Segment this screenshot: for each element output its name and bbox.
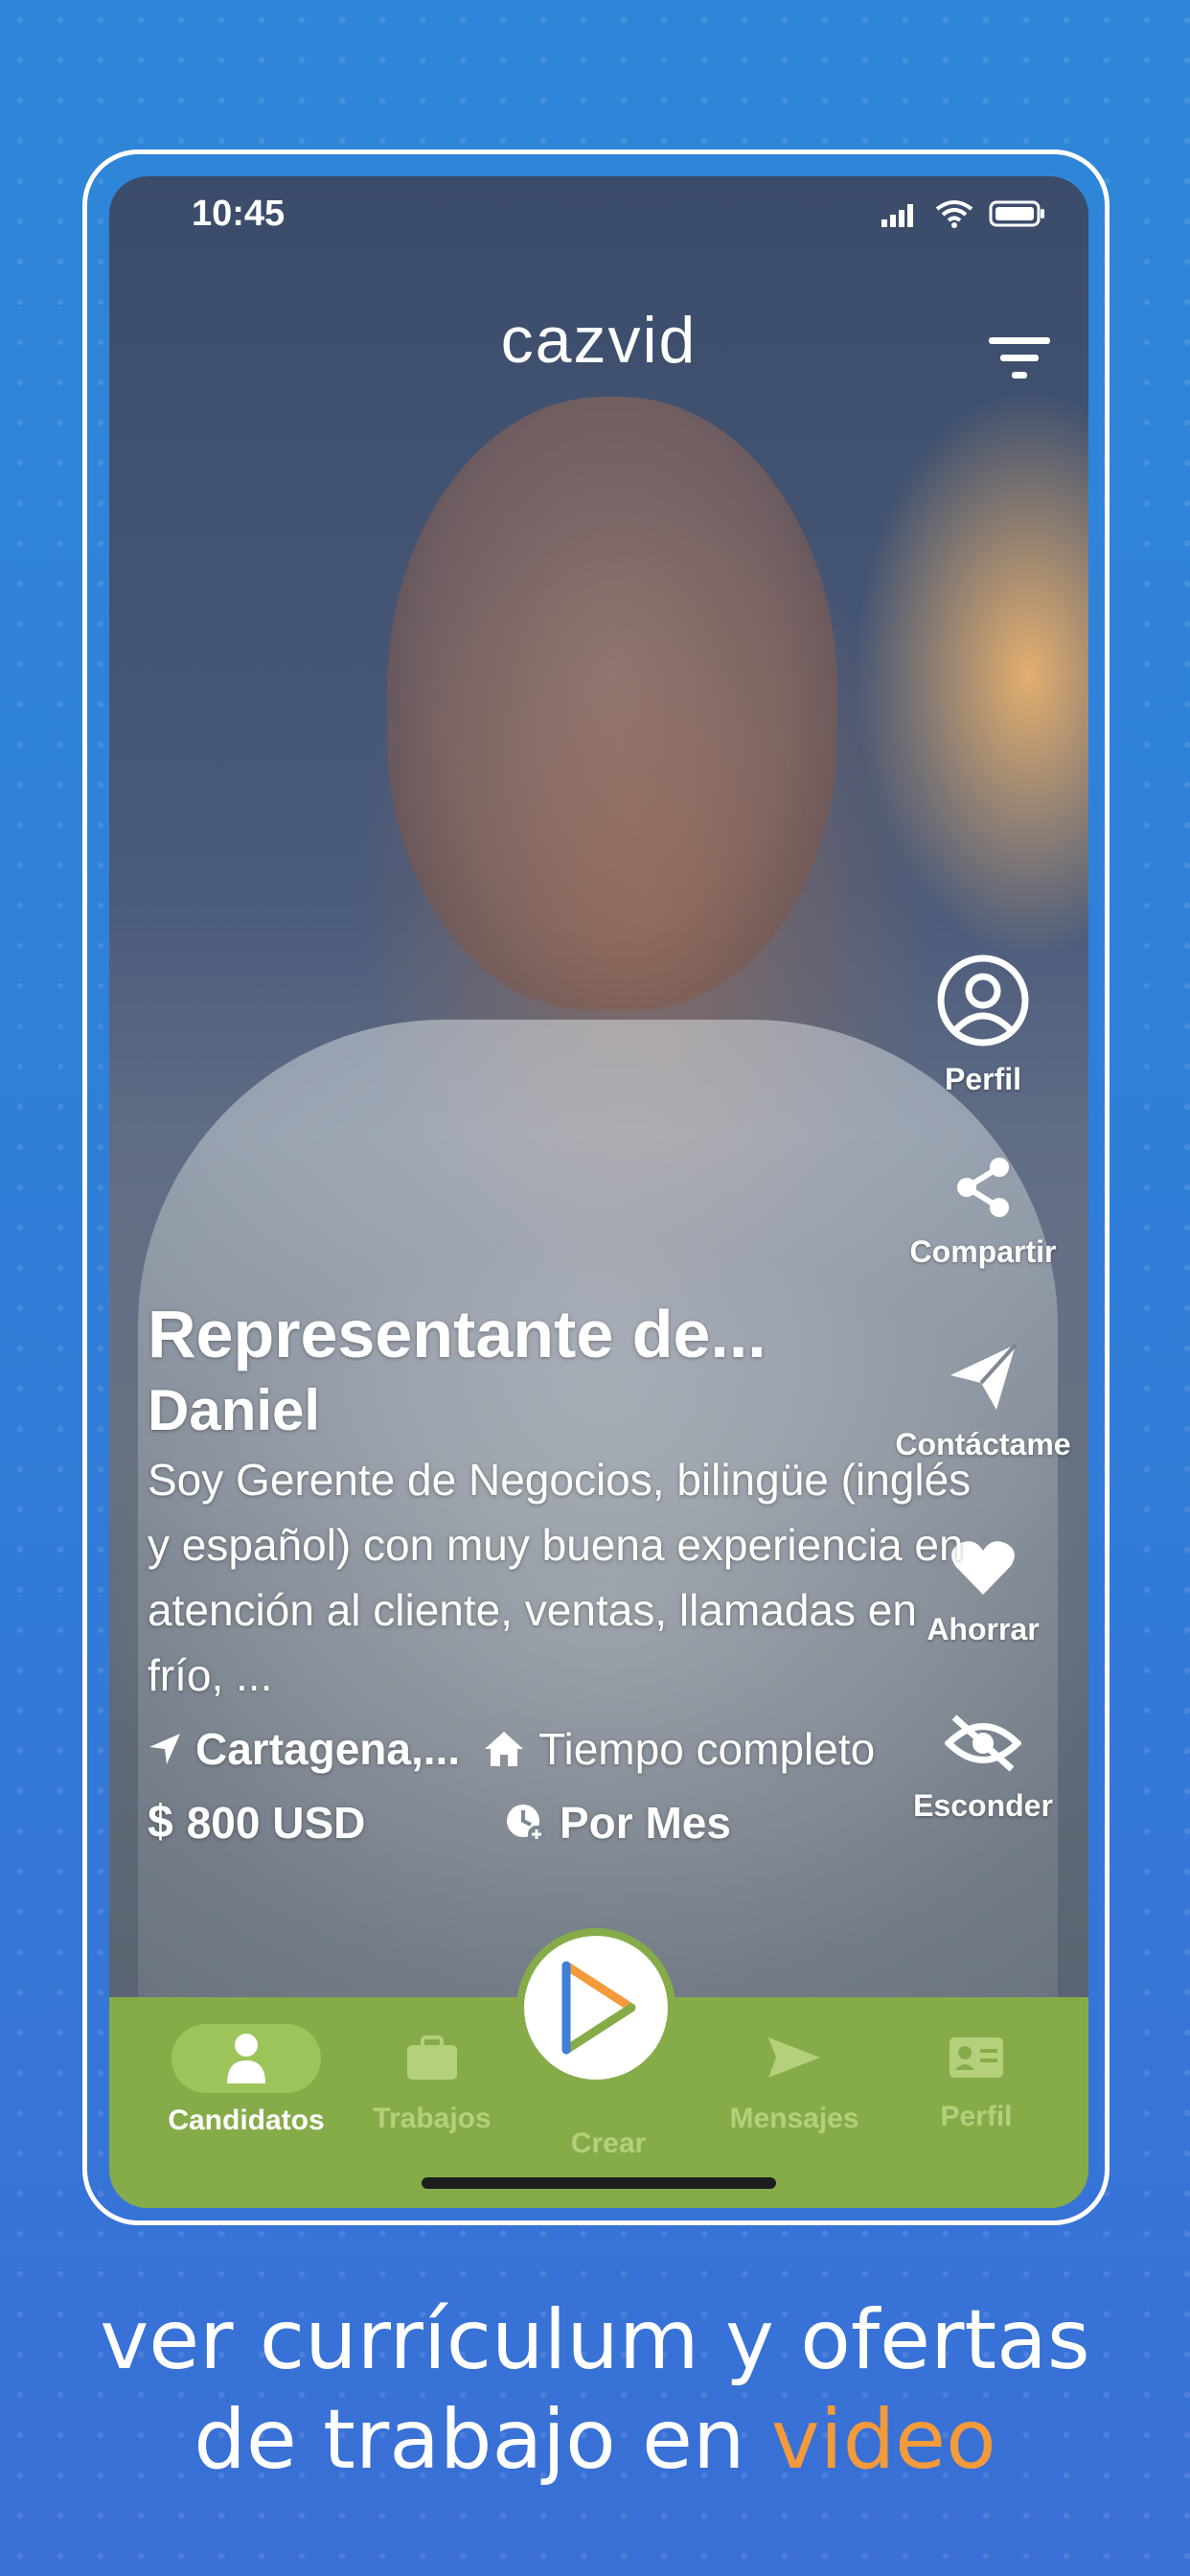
- caption-line-2: de trabajo en video: [0, 2390, 1190, 2490]
- candidate-name: Daniel: [148, 1378, 321, 1442]
- dollar-icon: $: [148, 1797, 173, 1848]
- nav-active-pill: [172, 2024, 321, 2093]
- location: Cartagena,...: [148, 1723, 460, 1775]
- share-action[interactable]: Compartir: [878, 1154, 1088, 1270]
- salary-text: 800 USD: [186, 1797, 366, 1848]
- nav-create-label-wrap: Crear: [517, 2116, 699, 2160]
- share-action-label: Compartir: [909, 1234, 1057, 1269]
- candidate-description: Soy Gerente de Negocios, bilingüe (inglé…: [148, 1455, 972, 1700]
- profile-action-label: Perfil: [944, 1062, 1022, 1096]
- home-indicator: [422, 2177, 776, 2189]
- status-time: 10:45: [192, 194, 286, 234]
- app-screen: 10:45 cazvid Perfil Compartir Contáctame…: [109, 176, 1088, 2208]
- profile-icon: [937, 954, 1029, 1046]
- battery-icon: [989, 200, 1044, 227]
- caption-line-1: ver currículum y ofertas: [100, 2292, 1090, 2388]
- filter-button[interactable]: [989, 335, 1050, 383]
- share-icon: [957, 1158, 1009, 1217]
- candidate-title: Representante de...: [148, 1297, 767, 1371]
- nav-profile-label: Perfil: [940, 2101, 1013, 2132]
- salary: $ 800 USD: [148, 1796, 481, 1849]
- nav-messages-label: Mensajes: [729, 2103, 859, 2134]
- clock-plus-icon: [507, 1804, 545, 1843]
- video-background-head: [387, 397, 837, 1010]
- job-type: Tiempo completo: [483, 1723, 875, 1775]
- caption-accent-word: video: [770, 2392, 996, 2488]
- wifi-icon: [935, 200, 973, 228]
- app-logo: cazvid: [500, 304, 698, 377]
- nav-jobs-label: Trabajos: [373, 2103, 492, 2134]
- send-icon: [768, 2037, 820, 2078]
- nav-create-label: Crear: [570, 2128, 647, 2159]
- nav-candidates[interactable]: Candidatos: [155, 2024, 337, 2137]
- nav-profile[interactable]: Perfil: [885, 2024, 1067, 2133]
- location-arrow-icon: [149, 1734, 180, 1764]
- job-type-text: Tiempo completo: [538, 1724, 876, 1774]
- pay-period: Por Mes: [504, 1797, 731, 1849]
- nav-messages[interactable]: Mensajes: [703, 2024, 885, 2135]
- profile-action[interactable]: Perfil: [878, 953, 1088, 1097]
- pay-period-text: Por Mes: [560, 1797, 731, 1848]
- filter-icon: [989, 337, 1050, 379]
- signal-icon: [881, 204, 913, 227]
- briefcase-icon: [407, 2036, 457, 2080]
- caption-line-2-prefix: de trabajo en: [194, 2392, 771, 2488]
- person-icon: [227, 2034, 265, 2083]
- play-icon: [561, 1961, 636, 2055]
- candidate-meta-row-2: $ 800 USD Por Mes: [148, 1796, 972, 1849]
- nav-candidates-label: Candidatos: [168, 2104, 325, 2136]
- status-icons: [881, 199, 1046, 228]
- bottom-nav: Candidatos Trabajos Crear Mensajes Perfi…: [109, 1928, 1088, 2208]
- candidate-meta-row-1: Cartagena,... Tiempo completo: [148, 1723, 972, 1775]
- id-card-icon: [950, 2037, 1003, 2078]
- promo-caption: ver currículum y ofertas de trabajo en v…: [0, 2290, 1190, 2490]
- nav-jobs[interactable]: Trabajos: [341, 2024, 523, 2135]
- location-text: Cartagena,...: [195, 1724, 461, 1774]
- candidate-info[interactable]: Representante de... Daniel Soy Gerente d…: [148, 1298, 972, 1849]
- home-icon: [485, 1732, 524, 1766]
- create-video-button[interactable]: [516, 1928, 675, 2087]
